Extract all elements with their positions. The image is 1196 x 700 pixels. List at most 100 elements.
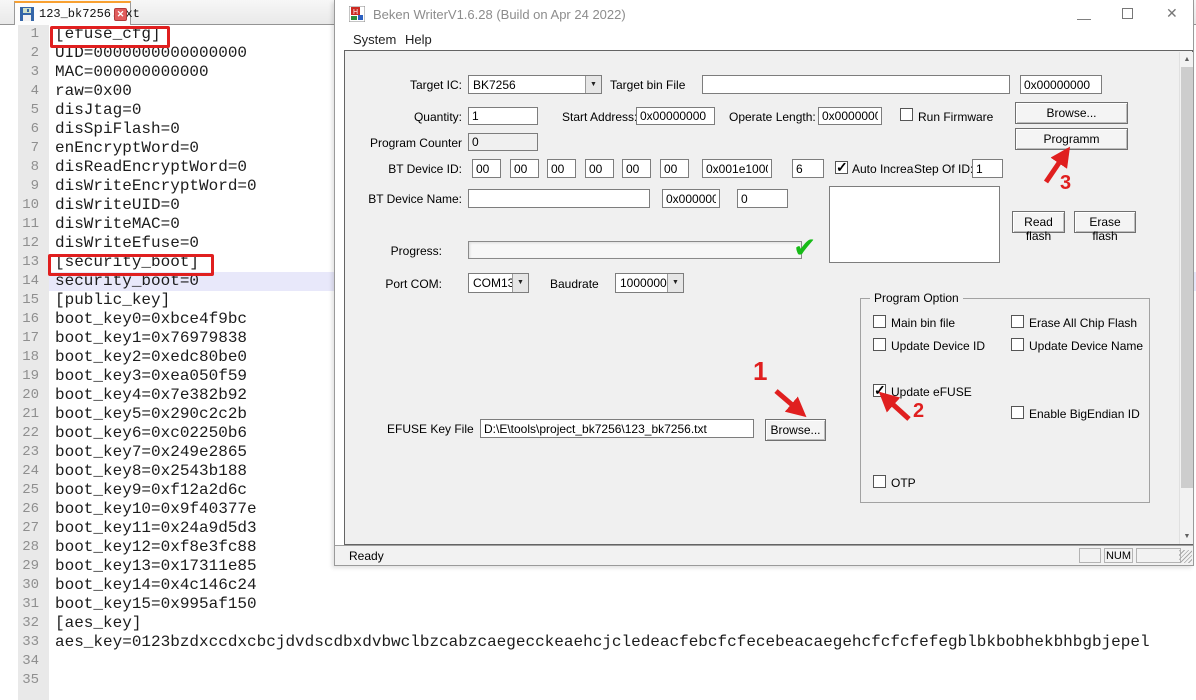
line-text: aes_key=0123bzdxccdxcbcjdvdscdbxdvbwclbz… [49, 633, 1196, 652]
status-cell [1079, 548, 1101, 563]
step-of-id-label: Step Of ID: [914, 162, 973, 176]
start-address-input[interactable] [636, 107, 715, 125]
line-number: 14 [0, 272, 44, 291]
tab-close-icon[interactable]: ✕ [114, 8, 127, 21]
device-info-box [829, 186, 1000, 263]
editor-line[interactable]: 31 boot_key15=0x995af150 [0, 595, 1196, 614]
erase-all-chip-flash-checkbox[interactable] [1011, 315, 1024, 328]
close-button[interactable]: ✕ [1166, 5, 1178, 22]
vertical-scrollbar[interactable]: ▲ ▼ [1179, 52, 1193, 544]
saved-file-icon [20, 7, 34, 21]
tab-123-bk7256[interactable]: 123_bk7256.txt ✕ [14, 1, 131, 25]
chevron-down-icon[interactable]: ▼ [512, 274, 528, 292]
otp-checkbox[interactable] [873, 475, 886, 488]
line-number: 12 [0, 234, 44, 253]
erase-all-chip-flash-label: Erase All Chip Flash [1029, 316, 1137, 330]
status-bar: Ready NUM [335, 545, 1193, 565]
update-device-name-label: Update Device Name [1029, 339, 1143, 353]
resize-grip[interactable] [1179, 550, 1192, 563]
scrollbar-thumb[interactable] [1181, 67, 1193, 488]
editor-line[interactable]: 34 [0, 652, 1196, 671]
otp-label: OTP [891, 476, 916, 490]
line-number: 9 [0, 177, 44, 196]
auto-increa-label: Auto Increa [852, 162, 913, 176]
bt-id-byte-4[interactable] [622, 159, 651, 178]
programm-button[interactable]: Programm [1015, 128, 1128, 150]
baudrate-label: Baudrate [550, 277, 599, 291]
line-number: 7 [0, 139, 44, 158]
scroll-up-icon[interactable]: ▲ [1180, 52, 1194, 67]
chevron-down-icon[interactable]: ▼ [667, 274, 683, 292]
quantity-input[interactable] [468, 107, 538, 125]
bt-id-address-input[interactable] [702, 159, 772, 178]
update-device-name-checkbox[interactable] [1011, 338, 1024, 351]
line-number: 15 [0, 291, 44, 310]
progress-bar [468, 241, 802, 259]
scroll-down-icon[interactable]: ▼ [1180, 529, 1194, 544]
bt-id-byte-0[interactable] [472, 159, 501, 178]
program-option-title: Program Option [870, 291, 963, 305]
efuse-key-file-input[interactable] [480, 419, 754, 438]
run-firmware-label: Run Firmware [918, 110, 993, 124]
maximize-button[interactable] [1122, 8, 1133, 19]
menu-help[interactable]: Help [405, 32, 432, 47]
editor-line[interactable]: 33 aes_key=0123bzdxccdxcbcjdvdscdbxdvbwc… [0, 633, 1196, 652]
operate-length-input[interactable] [818, 107, 882, 125]
baudrate-dropdown[interactable]: 1000000 ▼ [615, 273, 684, 293]
title-bar[interactable]: H Beken WriterV1.6.28 (Build on Apr 24 2… [335, 0, 1193, 28]
target-ic-dropdown[interactable]: BK7256 ▼ [468, 75, 602, 94]
bt-name-address-input[interactable] [662, 189, 720, 208]
menu-system[interactable]: System [353, 32, 396, 47]
auto-increa-checkbox[interactable] [835, 161, 848, 174]
step-of-id-input[interactable] [972, 159, 1003, 178]
program-counter-input [468, 133, 538, 151]
browse-efuse-button[interactable]: Browse... [765, 419, 826, 441]
bt-name-length-input[interactable] [737, 189, 788, 208]
port-com-value: COM13 [473, 276, 514, 290]
line-number: 35 [0, 671, 44, 690]
update-efuse-label: Update eFUSE [891, 385, 972, 399]
line-number: 8 [0, 158, 44, 177]
editor-line[interactable]: 32 [aes_key] [0, 614, 1196, 633]
line-number: 34 [0, 652, 44, 671]
bt-id-byte-1[interactable] [510, 159, 539, 178]
address-box-input[interactable] [1020, 75, 1102, 94]
editor-line[interactable]: 35 [0, 671, 1196, 690]
line-number: 24 [0, 462, 44, 481]
line-number: 16 [0, 310, 44, 329]
chevron-down-icon[interactable]: ▼ [585, 76, 601, 93]
window-title: Beken WriterV1.6.28 (Build on Apr 24 202… [373, 7, 626, 22]
line-text [49, 652, 1196, 671]
line-number: 10 [0, 196, 44, 215]
read-flash-button[interactable]: Read flash [1012, 211, 1065, 233]
run-firmware-checkbox[interactable] [900, 108, 913, 121]
status-text: Ready [349, 549, 384, 563]
beken-writer-window: H Beken WriterV1.6.28 (Build on Apr 24 2… [334, 0, 1194, 566]
port-com-dropdown[interactable]: COM13 ▼ [468, 273, 529, 293]
bt-id-byte-3[interactable] [585, 159, 614, 178]
target-bin-file-input[interactable] [702, 75, 1010, 94]
minimize-button[interactable]: — [1077, 10, 1091, 26]
start-address-label: Start Address: [562, 110, 637, 124]
num-lock-indicator: NUM [1104, 548, 1133, 563]
browse-bin-button[interactable]: Browse... [1015, 102, 1128, 124]
update-device-id-label: Update Device ID [891, 339, 985, 353]
main-bin-file-checkbox[interactable] [873, 315, 886, 328]
bt-device-name-label: BT Device Name: [367, 192, 462, 206]
update-device-id-checkbox[interactable] [873, 338, 886, 351]
enable-bigendian-id-checkbox[interactable] [1011, 406, 1024, 419]
update-efuse-checkbox[interactable] [873, 384, 886, 397]
menu-bar: System Help [335, 28, 1193, 50]
svg-text:H: H [353, 9, 358, 16]
bt-device-name-input[interactable] [468, 189, 650, 208]
line-number: 6 [0, 120, 44, 139]
line-number: 21 [0, 405, 44, 424]
bt-id-count-input[interactable] [792, 159, 824, 178]
port-com-label: Port COM: [365, 277, 442, 291]
editor-line[interactable]: 30 boot_key14=0x4c146c24 [0, 576, 1196, 595]
line-text: [aes_key] [49, 614, 1196, 633]
erase-flash-button[interactable]: Erase flash [1074, 211, 1136, 233]
bt-id-byte-5[interactable] [660, 159, 689, 178]
bt-id-byte-2[interactable] [547, 159, 576, 178]
dialog-client-area: Target IC: BK7256 ▼ Target bin File Quan… [344, 50, 1193, 545]
